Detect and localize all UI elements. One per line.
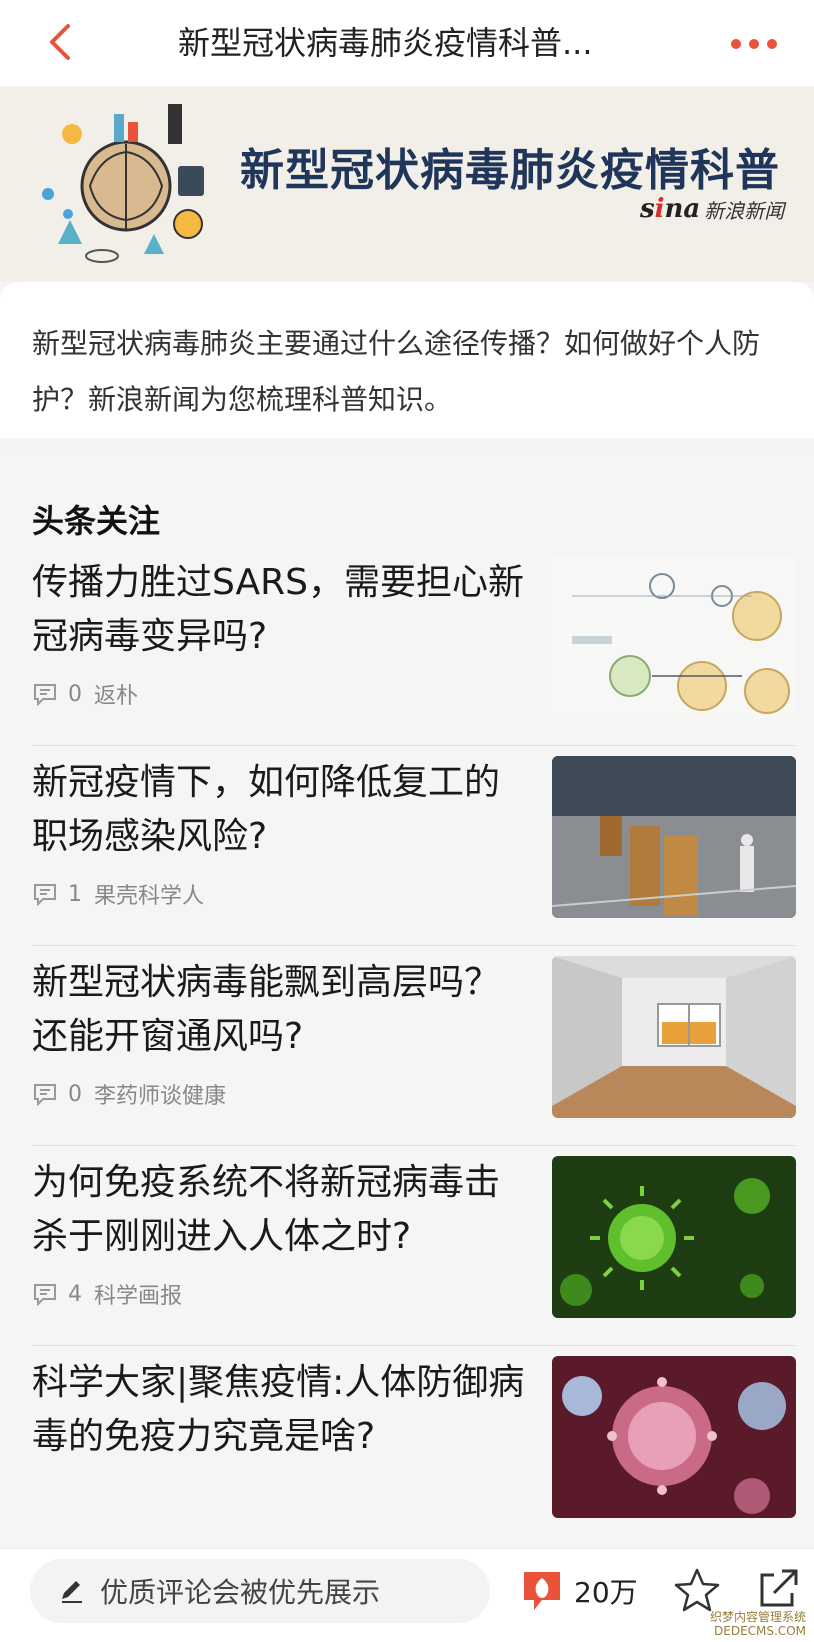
more-dots-icon[interactable] <box>728 30 780 58</box>
top-nav-bar: 新型冠状病毒肺炎疫情科普... <box>0 0 814 86</box>
science-brain-illustration <box>42 104 204 263</box>
article-meta: 0 李药师谈健康 <box>32 1080 227 1109</box>
article-meta: 1 果壳科学人 <box>32 880 205 909</box>
star-icon[interactable] <box>674 1567 720 1613</box>
article-source: 李药师谈健康 <box>94 1084 227 1109</box>
article-title[interactable]: 新冠疫情下，如何降低复工的职场感染风险? <box>32 756 532 864</box>
comment-count: 4 <box>68 1281 82 1307</box>
article-item[interactable]: 为何免疫系统不将新冠病毒击杀于刚刚进入人体之时? 4 科学画报 <box>0 1136 814 1346</box>
comment-icon <box>34 884 56 906</box>
article-item[interactable]: 科学大家|聚焦疫情:人体防御病毒的免疫力究竟是啥? <box>0 1336 814 1546</box>
comment-count: 0 <box>68 681 82 707</box>
share-icon[interactable] <box>756 1567 800 1611</box>
article-thumbnail[interactable] <box>552 1356 796 1518</box>
article-title[interactable]: 新型冠状病毒能飘到高层吗？还能开窗通风吗? <box>32 956 532 1064</box>
topic-intro-card: 新型冠状病毒肺炎主要通过什么途径传播？如何做好个人防护？新浪新闻为您梳理科普知识… <box>0 282 814 438</box>
comments-count-button[interactable]: 20万 <box>522 1563 638 1619</box>
article-thumbnail[interactable] <box>552 556 796 718</box>
chevron-left-icon[interactable] <box>40 20 84 64</box>
article-meta: 4 科学画报 <box>32 1280 183 1309</box>
article-title[interactable]: 传播力胜过SARS，需要担心新冠病毒变异吗? <box>32 556 532 664</box>
pencil-icon <box>62 1581 82 1603</box>
article-source: 返朴 <box>94 684 139 709</box>
headline-section: 头条关注 传播力胜过SARS，需要担心新冠病毒变异吗? 0 返朴 新冠疫情下，如… <box>0 454 814 1548</box>
article-item[interactable]: 传播力胜过SARS，需要担心新冠病毒变异吗? 0 返朴 <box>0 536 814 746</box>
article-meta: 0 返朴 <box>32 680 139 709</box>
sina-logo-text: 新浪新闻 <box>704 198 785 223</box>
topic-intro-text: 新型冠状病毒肺炎主要通过什么途径传播？如何做好个人防护？新浪新闻为您梳理科普知识… <box>32 327 761 416</box>
comment-icon <box>34 1084 56 1106</box>
article-thumbnail[interactable] <box>552 956 796 1118</box>
article-item[interactable]: 新冠疫情下，如何降低复工的职场感染风险? 1 果壳科学人 <box>0 736 814 946</box>
comment-icon <box>34 684 56 706</box>
comment-input[interactable]: 优质评论会被优先展示 <box>30 1559 490 1623</box>
article-source: 果壳科学人 <box>94 884 205 909</box>
comment-icon <box>34 1284 56 1306</box>
sina-logo-mark: sina <box>640 194 701 224</box>
article-thumbnail[interactable] <box>552 1156 796 1318</box>
article-item[interactable]: 新型冠状病毒能飘到高层吗？还能开窗通风吗? 0 李药师谈健康 <box>0 936 814 1146</box>
watermark-line2: DEDECMS.COM <box>714 1624 806 1638</box>
article-source: 科学画报 <box>94 1284 183 1309</box>
bottom-toolbar: 优质评论会被优先展示 20万 织梦内容管理系统 DEDECMS.COM <box>0 1548 814 1642</box>
watermark-line1: 织梦内容管理系统 <box>709 1610 806 1624</box>
comment-count: 1 <box>68 881 82 907</box>
comment-placeholder: 优质评论会被优先展示 <box>100 1576 381 1609</box>
watermark: 织梦内容管理系统 DEDECMS.COM <box>710 1610 806 1638</box>
article-thumbnail[interactable] <box>552 756 796 918</box>
page-title: 新型冠状病毒肺炎疫情科普... <box>178 24 593 62</box>
comments-count: 20万 <box>574 1576 638 1609</box>
banner-title: 新型冠状病毒肺炎疫情科普 <box>240 145 780 196</box>
comment-count: 0 <box>68 1081 82 1107</box>
sina-news-logo: sina 新浪新闻 <box>640 194 784 224</box>
comment-bubble-icon <box>524 1572 560 1610</box>
article-title[interactable]: 为何免疫系统不将新冠病毒击杀于刚刚进入人体之时? <box>32 1156 532 1264</box>
article-title[interactable]: 科学大家|聚焦疫情:人体防御病毒的免疫力究竟是啥? <box>32 1356 532 1464</box>
topic-banner: 新型冠状病毒肺炎疫情科普 sina 新浪新闻 <box>0 86 814 282</box>
